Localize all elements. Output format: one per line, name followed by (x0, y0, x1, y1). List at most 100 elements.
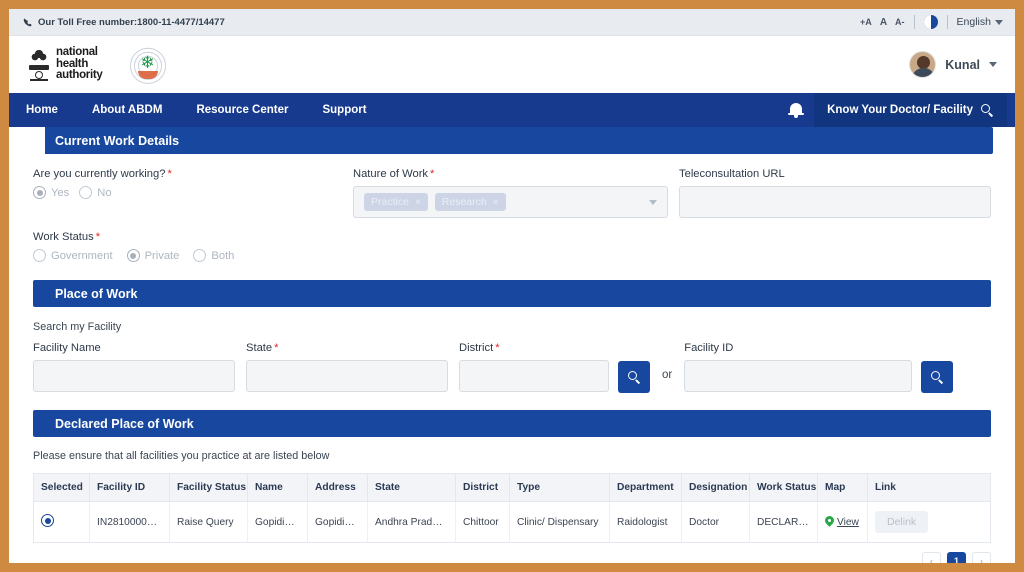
search-icon (981, 104, 994, 117)
section-header-current-work: Current Work Details (33, 127, 993, 154)
work-status-label: Work Status* (33, 231, 991, 243)
search-icon (628, 371, 641, 384)
facility-search-button[interactable] (618, 361, 650, 393)
column-address: Address (308, 474, 368, 502)
radio-private-label: Private (145, 250, 180, 262)
teleconsultation-url-input[interactable] (679, 186, 991, 218)
font-decrease-button[interactable]: A- (895, 17, 905, 27)
row-select-radio[interactable] (41, 514, 54, 527)
cell-name: Gopidinne (248, 502, 308, 543)
search-my-facility-hint: Search my Facility (33, 321, 991, 333)
facility-id-input[interactable] (684, 360, 912, 392)
radio-working-yes[interactable]: Yes (33, 186, 69, 199)
radio-working-no[interactable]: No (79, 186, 111, 199)
cell-map: View (818, 502, 868, 543)
currently-working-field: Are you currently working?* Yes No (33, 168, 353, 218)
teleconsultation-url-label: Teleconsultation URL (679, 168, 991, 180)
state-select[interactable] (246, 360, 448, 392)
map-view-link[interactable]: View (825, 516, 860, 528)
currently-working-label: Are you currently working?* (33, 168, 353, 180)
page-root: Our Toll Free number:1800-11-4477/14477 … (9, 9, 1015, 563)
currently-working-radios: Yes No (33, 186, 353, 199)
close-icon[interactable]: × (415, 197, 421, 208)
radio-work-status-both[interactable]: Both (193, 249, 234, 262)
nature-of-work-field: Nature of Work* Practice × Research × (353, 168, 668, 218)
work-status-field: Work Status* Government Private Both (33, 231, 991, 262)
radio-working-no-label: No (97, 187, 111, 199)
chip-practice-label: Practice (371, 196, 409, 208)
language-selector[interactable]: English (957, 16, 1003, 28)
radio-work-status-private[interactable]: Private (127, 249, 180, 262)
radio-both-label: Both (211, 250, 234, 262)
facility-id-label: Facility ID (684, 342, 912, 354)
facility-name-input[interactable] (33, 360, 235, 392)
pagination: ‹ 1 › (33, 552, 991, 563)
radio-indicator (79, 186, 92, 199)
avatar (909, 51, 936, 78)
nature-of-work-chips: Practice × Research × (364, 193, 506, 211)
district-field: District* (459, 342, 609, 392)
font-increase-button[interactable]: +A (860, 17, 872, 27)
cell-district: Chittoor (456, 502, 510, 543)
ayushman-bharat-logo-icon[interactable]: ❄ (125, 44, 171, 86)
nav-item-support[interactable]: Support (305, 93, 383, 127)
column-designation: Designation (682, 474, 750, 502)
column-map: Map (818, 474, 868, 502)
chip-practice[interactable]: Practice × (364, 193, 428, 211)
cell-selected (34, 502, 90, 543)
state-field: State* (246, 342, 448, 392)
nav-item-home[interactable]: Home (9, 93, 75, 127)
nature-of-work-select[interactable]: Practice × Research × (353, 186, 668, 218)
logo-group: national health authority ❄ (29, 44, 171, 86)
phone-icon (23, 18, 32, 27)
india-emblem-icon (29, 48, 49, 82)
chip-research-label: Research (442, 196, 487, 208)
toll-free-info: Our Toll Free number:1800-11-4477/14477 (23, 17, 225, 28)
facility-id-search-button[interactable] (921, 361, 953, 393)
district-label: District* (459, 342, 609, 354)
map-view-label: View (837, 517, 859, 528)
pagination-page-1[interactable]: 1 (947, 552, 966, 563)
utility-bar: Our Toll Free number:1800-11-4477/14477 … (9, 9, 1015, 36)
nha-line-1: national (56, 47, 103, 59)
pagination-next-button[interactable]: › (972, 552, 991, 563)
pagination-prev-button[interactable]: ‹ (922, 552, 941, 563)
cell-link: Delink (868, 502, 991, 543)
column-work-status: Work Status (750, 474, 818, 502)
nav-item-resource-center[interactable]: Resource Center (179, 93, 305, 127)
main-nav: Home About ABDM Resource Center Support … (9, 93, 1015, 127)
brand-bar: national health authority ❄ Kunal (9, 36, 1015, 93)
font-normal-button[interactable]: A (880, 17, 887, 28)
teleconsultation-url-field: Teleconsultation URL (679, 168, 991, 218)
chip-research[interactable]: Research × (435, 193, 506, 211)
section-title-current-work: Current Work Details (55, 134, 179, 148)
radio-work-status-government[interactable]: Government (33, 249, 113, 262)
know-your-doctor-facility-search[interactable]: Know Your Doctor/ Facility (814, 93, 1007, 127)
district-select[interactable] (459, 360, 609, 392)
column-district: District (456, 474, 510, 502)
section-title-place-of-work: Place of Work (55, 287, 137, 301)
declared-facilities-table: Selected Facility ID Facility Status Nam… (33, 473, 991, 543)
notification-bell-icon[interactable] (788, 102, 804, 118)
nha-logo[interactable]: national health authority (29, 47, 103, 82)
nha-logo-text: national health authority (56, 47, 103, 82)
contrast-icon[interactable] (924, 15, 938, 29)
browser-frame: Our Toll Free number:1800-11-4477/14477 … (0, 0, 1024, 572)
cell-facility-status: Raise Query (170, 502, 248, 543)
facility-name-label: Facility Name (33, 342, 235, 354)
divider (947, 15, 948, 29)
facility-search-row: Facility Name State* District* or Facili… (33, 342, 991, 393)
nav-item-about-abdm[interactable]: About ABDM (75, 93, 179, 127)
facility-id-field: Facility ID (684, 342, 912, 392)
close-icon[interactable]: × (493, 197, 499, 208)
column-name: Name (248, 474, 308, 502)
user-menu[interactable]: Kunal (909, 51, 997, 78)
nature-of-work-label: Nature of Work* (353, 168, 668, 180)
table-row: IN2810000396 Raise Query Gopidinne Gopid… (34, 502, 991, 543)
delink-button[interactable]: Delink (875, 511, 928, 533)
section-header-declared-place-of-work: Declared Place of Work (33, 410, 991, 437)
section-title-declared-place-of-work: Declared Place of Work (55, 417, 194, 431)
nav-right: Know Your Doctor/ Facility (788, 93, 1015, 127)
cell-department: Raidologist (610, 502, 682, 543)
radio-indicator (33, 249, 46, 262)
